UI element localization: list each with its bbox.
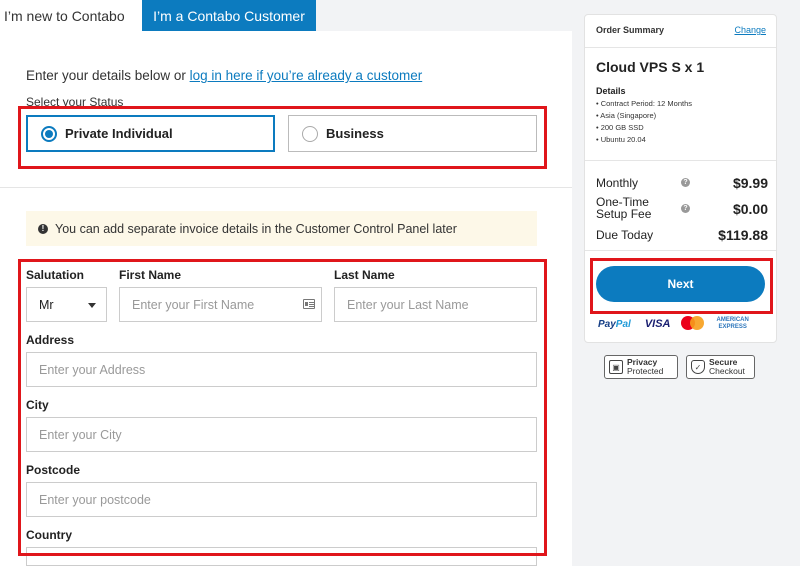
privacy-badge: ▣ Privacy Protected	[604, 355, 678, 379]
payment-methods: PayPal VISA AMERICAN EXPRESS	[598, 315, 768, 333]
summary-divider	[585, 250, 776, 251]
form-highlight-box	[18, 259, 547, 556]
info-icon: !	[38, 223, 48, 234]
checkout-page: I’m new to Contabo I’m a Contabo Custome…	[0, 0, 800, 566]
paypal-logo: PayPal	[598, 319, 631, 330]
help-icon[interactable]: ?	[681, 178, 690, 187]
detail-item: Contract Period: 12 Months	[596, 98, 692, 110]
shield-check-icon: ✓	[691, 360, 705, 374]
tab-new-customer[interactable]: I’m new to Contabo	[0, 0, 141, 31]
detail-item: Ubuntu 20.04	[596, 134, 692, 146]
secure-line2: Checkout	[709, 366, 745, 376]
lock-icon: ▣	[609, 360, 623, 374]
details-title: Details	[596, 86, 626, 96]
summary-divider	[585, 160, 776, 161]
secure-text: Secure Checkout	[709, 358, 745, 376]
order-summary-title: Order Summary	[596, 25, 665, 35]
next-highlight-box	[590, 258, 773, 314]
login-link[interactable]: log in here if you’re already a customer	[190, 68, 423, 83]
product-title: Cloud VPS S x 1	[596, 59, 705, 75]
monthly-label: Monthly	[596, 176, 639, 190]
section-divider	[0, 187, 572, 188]
invoice-notice: ! You can add separate invoice details i…	[26, 211, 537, 246]
due-label: Due Today	[596, 228, 654, 242]
setup-value: $0.00	[732, 201, 768, 217]
visa-logo: VISA	[644, 318, 671, 330]
price-row-setup: One-Time Setup Fee ? $0.00	[596, 196, 768, 222]
intro-label: Enter your details below or	[26, 68, 190, 83]
price-row-due: Due Today $119.88	[596, 227, 768, 243]
mastercard-orange-circle	[689, 316, 704, 330]
secure-checkout-badge: ✓ Secure Checkout	[686, 355, 755, 379]
mastercard-logo	[680, 316, 705, 332]
privacy-text: Privacy Protected	[627, 358, 663, 376]
detail-item: 200 GB SSD	[596, 122, 692, 134]
detail-item: Asia (Singapore)	[596, 110, 692, 122]
monthly-value: $9.99	[732, 175, 768, 191]
tab-strip-background	[316, 0, 572, 31]
change-link[interactable]: Change	[734, 25, 766, 35]
notice-text: You can add separate invoice details in …	[55, 221, 457, 236]
amex-line1: AMERICAN	[716, 317, 749, 323]
amex-logo: AMERICAN EXPRESS	[717, 317, 749, 331]
setup-label-line2: Setup Fee	[596, 207, 652, 221]
summary-divider	[585, 47, 776, 48]
details-list: Contract Period: 12 Months Asia (Singapo…	[596, 98, 692, 146]
privacy-line2: Protected	[627, 366, 664, 376]
status-highlight-box	[18, 106, 547, 169]
tab-existing-customer[interactable]: I’m a Contabo Customer	[142, 0, 316, 31]
help-icon[interactable]: ?	[681, 204, 690, 213]
setup-label: One-Time Setup Fee	[596, 196, 651, 220]
amex-line2: EXPRESS	[718, 324, 747, 330]
due-value: $119.88	[718, 227, 768, 243]
price-row-monthly: Monthly ? $9.99	[596, 175, 768, 191]
paypal-logo-part2: Pal	[615, 318, 631, 330]
paypal-logo-part1: Pay	[598, 318, 616, 330]
intro-text: Enter your details below or log in here …	[26, 68, 422, 83]
